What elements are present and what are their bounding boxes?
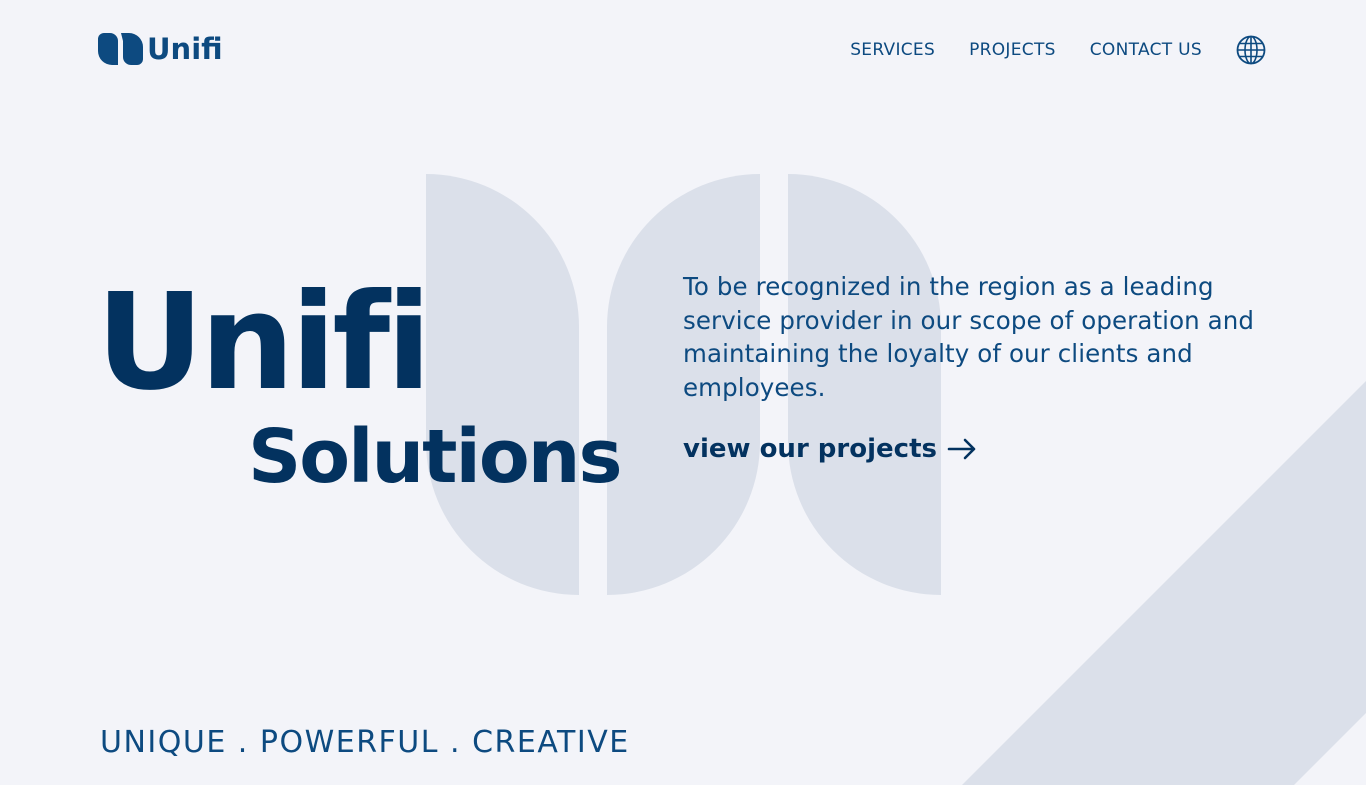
nav-services-link[interactable]: SERVICES [850, 40, 935, 60]
view-projects-link[interactable]: view our projects [683, 431, 977, 467]
decorative-diagonal-band [962, 381, 1366, 785]
logo-text: Unifi [147, 32, 223, 66]
hero-subtitle: Solutions [248, 414, 622, 500]
view-projects-label: view our projects [683, 434, 937, 464]
tagline: UNIQUE . POWERFUL . CREATIVE [100, 725, 630, 760]
brand-logo[interactable]: Unifi [98, 33, 223, 65]
hero-title: Unifi [96, 266, 432, 420]
globe-icon[interactable] [1236, 35, 1266, 65]
nav-contact-link[interactable]: CONTACT US [1090, 40, 1202, 60]
decorative-arch-left [426, 174, 579, 595]
unifi-logo-mark-icon [98, 33, 143, 65]
mission-statement: To be recognized in the region as a lead… [683, 272, 1255, 402]
main-nav: SERVICES PROJECTS CONTACT US [850, 35, 1266, 65]
nav-projects-link[interactable]: PROJECTS [969, 40, 1056, 60]
arrow-right-icon [947, 438, 976, 460]
